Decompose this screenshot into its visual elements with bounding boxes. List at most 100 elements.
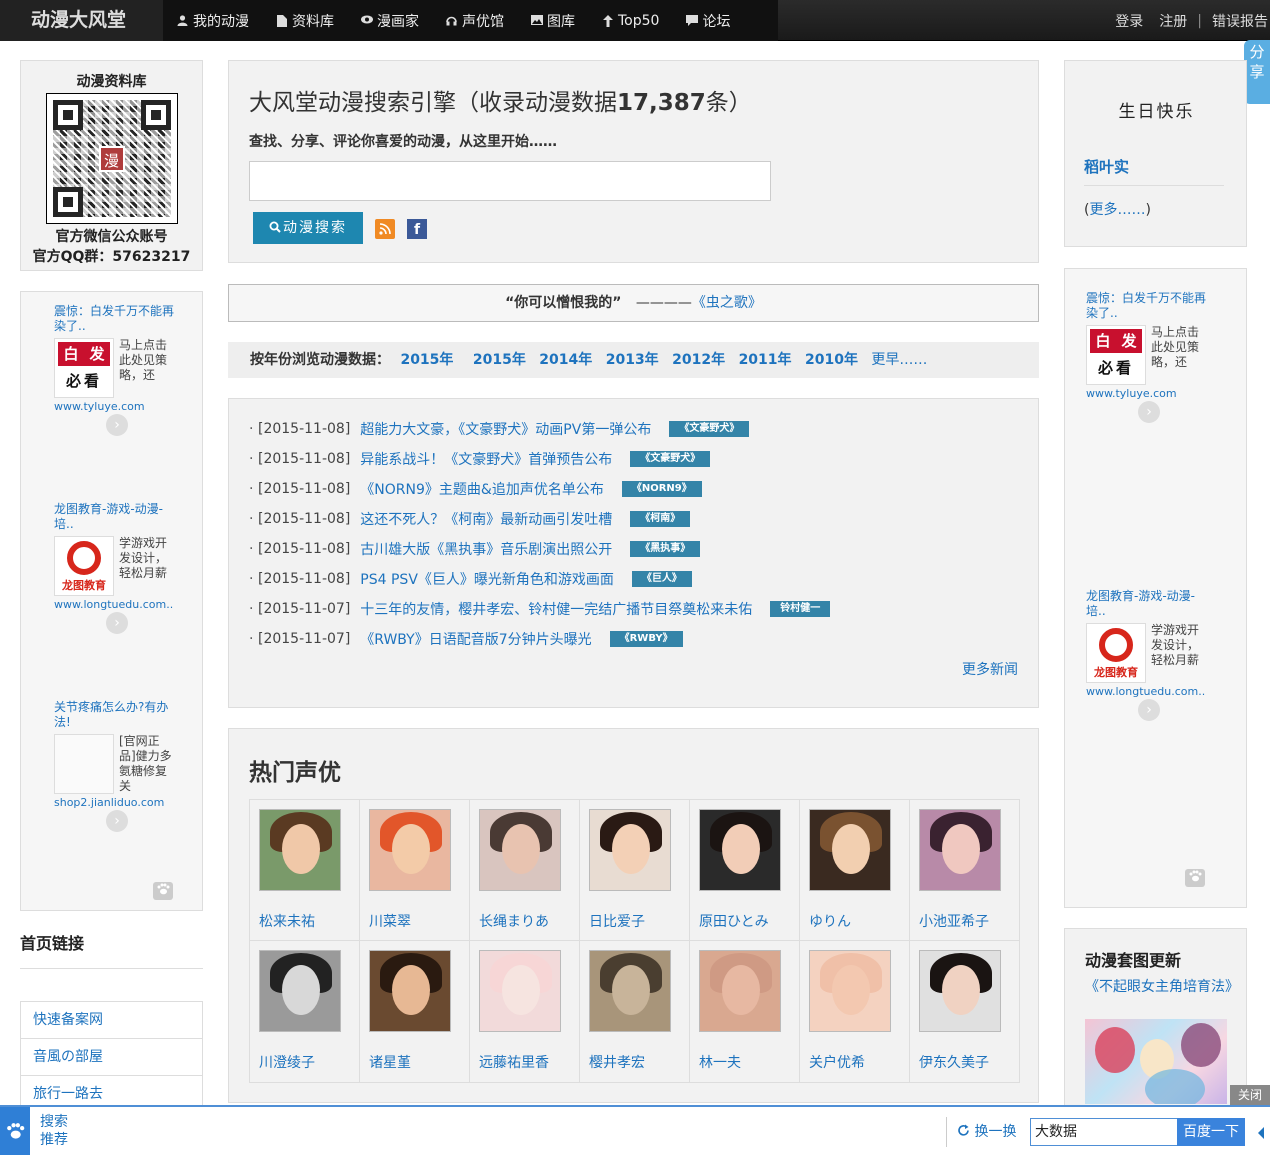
year-link[interactable]: 2015年 xyxy=(400,352,453,368)
gallery-thumbnail[interactable] xyxy=(1085,1019,1227,1104)
news-tag[interactable]: 《巨人》 xyxy=(631,571,692,587)
rss-icon[interactable] xyxy=(375,219,395,239)
birthday-name-link[interactable]: 稻叶实 xyxy=(1084,156,1129,177)
year-link[interactable]: 2014年 xyxy=(539,352,592,368)
ad-url[interactable]: shop2.jianliduo.com xyxy=(54,796,174,809)
chevron-right-icon[interactable]: › xyxy=(1138,401,1160,423)
ad-item[interactable]: 震惊：白发千万不能再染了.. 白 发 必看 马上点击此处见策略，还 www.ty… xyxy=(54,304,174,436)
voice-actor-photo[interactable] xyxy=(809,950,891,1032)
voice-actor-card[interactable]: 川菜翠 xyxy=(360,800,470,941)
search-input[interactable] xyxy=(249,161,771,201)
voice-actor-name[interactable]: 长绳まりあ xyxy=(479,911,579,931)
link-item[interactable]: 音風の部屋 xyxy=(21,1039,202,1076)
voice-actor-card[interactable]: ゆりん xyxy=(800,800,910,941)
ad-image[interactable]: 白 发 必看 xyxy=(54,338,114,398)
ad-image[interactable] xyxy=(54,734,114,794)
voice-actor-photo[interactable] xyxy=(699,809,781,891)
login-link[interactable]: 登录 xyxy=(1107,11,1151,31)
year-link[interactable]: 2010年 xyxy=(805,352,858,368)
baidu-search-button[interactable]: 百度一下 xyxy=(1177,1118,1245,1146)
voice-actor-photo[interactable] xyxy=(369,809,451,891)
news-title-link[interactable]: 《NORN9》主题曲&追加声优名单公布 xyxy=(360,479,604,499)
baidu-search-input[interactable]: 大数据 xyxy=(1030,1118,1178,1146)
more-years-link[interactable]: 更早…… xyxy=(871,352,927,368)
voice-actor-name[interactable]: 远藤祐里香 xyxy=(479,1052,579,1072)
voice-actor-photo[interactable] xyxy=(699,950,781,1032)
voice-actor-name[interactable]: 关户优希 xyxy=(809,1052,909,1072)
voice-actor-name[interactable]: ゆりん xyxy=(809,911,909,931)
voice-actor-photo[interactable] xyxy=(259,950,341,1032)
ad-url[interactable]: www.longtuedu.com... xyxy=(54,598,174,611)
baidu-paw-icon[interactable] xyxy=(0,1107,30,1155)
voice-actor-card[interactable]: 松来未祐 xyxy=(250,800,360,941)
news-title-link[interactable]: 《RWBY》日语配音版7分钟片头曝光 xyxy=(360,629,591,649)
more-news-link[interactable]: 更多新闻 xyxy=(962,659,1018,679)
ad-url[interactable]: www.tyluye.com xyxy=(54,400,174,413)
nav-item-my-anime[interactable]: 我的动漫 xyxy=(163,0,262,41)
year-link[interactable]: 2015年 xyxy=(473,352,526,368)
voice-actor-card[interactable]: 关户优希 xyxy=(800,941,910,1082)
collapse-arrow-icon[interactable] xyxy=(1258,1127,1264,1139)
share-tab[interactable]: 分享 xyxy=(1244,40,1270,104)
ad-title[interactable]: 龙图教育-游戏-动漫-培.. xyxy=(1086,589,1206,619)
nav-item-gallery[interactable]: 图库 xyxy=(517,0,588,41)
ad-url[interactable]: www.longtuedu.com... xyxy=(1086,685,1206,698)
voice-actor-card[interactable]: 小池亚希子 xyxy=(910,800,1020,941)
voice-actor-name[interactable]: 松来未祐 xyxy=(259,911,359,931)
voice-actor-photo[interactable] xyxy=(809,809,891,891)
news-tag[interactable]: 《文豪野犬》 xyxy=(630,451,711,467)
voice-actor-card[interactable]: 日比爱子 xyxy=(580,800,690,941)
news-title-link[interactable]: PS4 PSV《巨人》曝光新角色和游戏画面 xyxy=(360,569,614,589)
ad-item[interactable]: 关节疼痛怎么办?有办法! [官网正品]健力多氨糖修复关 shop2.jianli… xyxy=(54,700,174,832)
voice-actor-card[interactable]: 伊东久美子 xyxy=(910,941,1020,1082)
close-button[interactable]: 关闭 xyxy=(1230,1085,1270,1105)
birthday-more-link[interactable]: 更多…… xyxy=(1089,202,1145,218)
gallery-link[interactable]: 《不起眼女主角培育法》 xyxy=(1085,977,1239,997)
ad-image[interactable]: 龙图教育 xyxy=(54,536,114,596)
paw-icon[interactable] xyxy=(1185,869,1205,887)
ad-image[interactable]: 龙图教育 xyxy=(1086,623,1146,683)
facebook-icon[interactable]: f xyxy=(407,219,427,239)
voice-actor-card[interactable]: 诸星堇 xyxy=(360,941,470,1082)
nav-item-database[interactable]: 资料库 xyxy=(262,0,347,41)
ad-url[interactable]: www.tyluye.com xyxy=(1086,387,1206,400)
news-tag[interactable]: 《黑执事》 xyxy=(630,541,701,557)
voice-actor-name[interactable]: 原田ひとみ xyxy=(699,911,799,931)
voice-actor-photo[interactable] xyxy=(479,950,561,1032)
ad-item[interactable]: 龙图教育-游戏-动漫-培.. 龙图教育 学游戏开发设计，轻松月薪 www.lon… xyxy=(54,502,174,634)
ad-title[interactable]: 龙图教育-游戏-动漫-培.. xyxy=(54,502,174,532)
voice-actor-photo[interactable] xyxy=(919,809,1001,891)
news-tag[interactable]: 《RWBY》 xyxy=(609,631,683,647)
chevron-right-icon[interactable]: › xyxy=(106,810,128,832)
year-link[interactable]: 2012年 xyxy=(672,352,725,368)
news-title-link[interactable]: 古川雄大版《黑执事》音乐剧演出照公开 xyxy=(360,539,612,559)
voice-actor-name[interactable]: 川菜翠 xyxy=(369,911,469,931)
ad-title[interactable]: 关节疼痛怎么办?有办法! xyxy=(54,700,174,730)
news-tag[interactable]: 《柯南》 xyxy=(630,511,691,527)
ad-title[interactable]: 震惊：白发千万不能再染了.. xyxy=(54,304,174,334)
voice-actor-photo[interactable] xyxy=(259,809,341,891)
register-link[interactable]: 注册 xyxy=(1151,11,1195,31)
news-tag[interactable]: 铃村健一 xyxy=(770,601,831,617)
voice-actor-photo[interactable] xyxy=(479,809,561,891)
year-link[interactable]: 2011年 xyxy=(739,352,792,368)
nav-item-top50[interactable]: Top50 xyxy=(588,0,672,41)
voice-actor-card[interactable]: 林一夫 xyxy=(690,941,800,1082)
chevron-right-icon[interactable]: › xyxy=(106,414,128,436)
news-title-link[interactable]: 十三年的友情，樱井孝宏、铃村健一完结广播节目祭奠松来未佑 xyxy=(360,599,752,619)
voice-actor-name[interactable]: 伊东久美子 xyxy=(919,1052,1020,1072)
voice-actor-name[interactable]: 林一夫 xyxy=(699,1052,799,1072)
year-link[interactable]: 2013年 xyxy=(606,352,659,368)
ad-image[interactable]: 白 发 必看 xyxy=(1086,325,1146,385)
voice-actor-name[interactable]: 小池亚希子 xyxy=(919,911,1020,931)
news-tag[interactable]: 《NORN9》 xyxy=(621,481,702,497)
voice-actor-card[interactable]: 长绳まりあ xyxy=(470,800,580,941)
error-report-link[interactable]: 错误报告 xyxy=(1204,11,1270,31)
chevron-right-icon[interactable]: › xyxy=(106,612,128,634)
site-logo[interactable]: 动漫大风堂 xyxy=(0,0,163,41)
quote-source-link[interactable]: 《虫之歌》 xyxy=(692,295,762,311)
paw-icon[interactable] xyxy=(153,882,173,900)
ad-item[interactable]: 龙图教育-游戏-动漫-培.. 龙图教育 学游戏开发设计，轻松月薪 www.lon… xyxy=(1086,589,1206,721)
voice-actor-photo[interactable] xyxy=(589,950,671,1032)
nav-item-voice-actors[interactable]: 声优馆 xyxy=(432,0,517,41)
